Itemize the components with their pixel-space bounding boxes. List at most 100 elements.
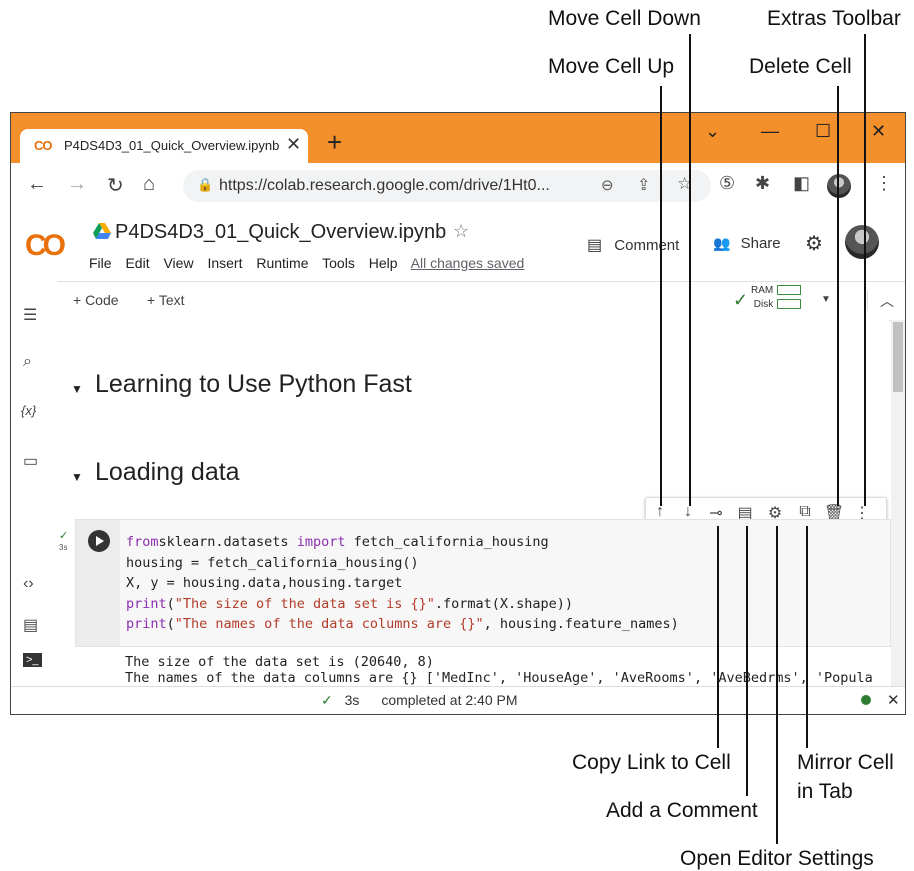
close-status-icon[interactable]: ✕ — [887, 691, 900, 709]
address-bar[interactable]: 🔒 https://colab.research.google.com/driv… — [183, 170, 711, 202]
code-editor[interactable]: fromsklearn.datasets import fetch_califo… — [126, 532, 679, 635]
status-text: completed at 2:40 PM — [381, 692, 518, 708]
leader-delete-cell — [837, 86, 839, 506]
save-status-link[interactable]: All changes saved — [411, 255, 525, 271]
code-text: .format(X.shape)) — [434, 595, 574, 612]
menu-edit[interactable]: Edit — [125, 255, 149, 271]
section-heading: Learning to Use Python Fast — [95, 370, 412, 398]
share-page-icon[interactable]: ⇪ — [637, 175, 650, 195]
callout-mirror-cell-line2: in Tab — [797, 780, 853, 804]
ram-bar — [777, 285, 802, 296]
minimize-button[interactable]: — — [761, 121, 779, 142]
output-line: The size of the data set is (20640, 8) — [125, 654, 434, 670]
colab-header: CO P4DS4D3_01_Quick_Overview.ipynb ☆ Fil… — [11, 209, 905, 281]
add-text-button[interactable]: + Text — [147, 292, 185, 308]
code-line: housing = fetch_california_housing() — [126, 553, 679, 574]
new-tab-button[interactable]: + — [327, 129, 342, 155]
browser-menu-icon[interactable]: ⋮ — [875, 173, 893, 194]
cell-gutter — [76, 520, 120, 646]
resource-monitor[interactable]: RAM Disk — [751, 284, 802, 312]
code-text: X, y = housing.data,housing.target — [126, 575, 403, 591]
leader-editor-settings — [776, 526, 778, 844]
code-keyword: from — [126, 534, 159, 550]
cell-output: The size of the data set is (20640, 8) Th… — [125, 654, 873, 686]
code-line: X, y = housing.data,housing.target — [126, 573, 679, 594]
run-cell-button[interactable] — [88, 530, 110, 552]
execution-status: ✓ 3s completed at 2:40 PM — [321, 692, 518, 709]
resource-dropdown-icon[interactable]: ▼ — [821, 294, 831, 305]
menu-file[interactable]: File — [89, 255, 112, 271]
zoom-icon[interactable]: ⊖ — [601, 176, 614, 194]
cell-exec-status: ✓ 3s — [59, 531, 68, 553]
code-text: , housing.feature_names) — [483, 616, 679, 632]
code-snippets-icon[interactable]: ‹› — [23, 575, 34, 593]
code-text: fetch_california_housing — [345, 534, 549, 550]
leader-add-comment — [746, 526, 748, 796]
table-of-contents-icon[interactable]: ☰ — [23, 305, 37, 325]
leader-move-cell-up — [660, 86, 662, 506]
menu-view[interactable]: View — [163, 255, 193, 271]
menu-bar: File Edit View Insert Runtime Tools Help… — [89, 255, 534, 271]
menu-runtime[interactable]: Runtime — [256, 255, 308, 271]
comment-button[interactable]: ▤ Comment — [587, 235, 679, 255]
colab-favicon-icon: CO — [34, 138, 52, 153]
search-icon[interactable]: ⌕ — [23, 353, 32, 371]
tab-bar: CO P4DS4D3_01_Quick_Overview.ipynb ✕ + ⌄… — [11, 113, 905, 163]
callout-mirror-cell-line1: Mirror Cell — [797, 751, 894, 774]
code-text: ( — [166, 595, 175, 612]
leader-mirror-cell — [806, 526, 808, 748]
url-text: https://colab.research.google.com/drive/… — [219, 177, 550, 194]
callout-move-cell-down: Move Cell Down — [548, 7, 701, 30]
status-time: 3s — [344, 692, 360, 708]
reload-icon[interactable]: ↻ — [107, 173, 124, 198]
vertical-scrollbar[interactable] — [891, 320, 905, 686]
code-line: fromsklearn.datasets import fetch_califo… — [126, 532, 679, 553]
callout-mirror-cell: Mirror Cell in Tab — [797, 750, 894, 804]
settings-gear-icon[interactable]: ⚙ — [805, 231, 823, 256]
home-icon[interactable]: ⌂ — [143, 173, 155, 196]
exec-time: 3s — [59, 543, 68, 552]
status-bar: ✓ 3s completed at 2:40 PM ✕ — [11, 686, 905, 714]
side-panel-icon[interactable]: ◧ — [793, 173, 810, 194]
extension-s-icon[interactable]: ⑤ — [719, 173, 735, 194]
collapse-section-icon[interactable]: ▼ — [71, 382, 83, 396]
extensions-puzzle-icon[interactable]: ✱ — [755, 173, 770, 194]
terminal-icon[interactable]: >_ — [23, 653, 42, 667]
files-folder-icon[interactable]: ▭ — [23, 451, 38, 471]
menu-tools[interactable]: Tools — [322, 255, 355, 271]
command-palette-icon[interactable]: ▤ — [23, 615, 38, 635]
notebook-title[interactable]: P4DS4D3_01_Quick_Overview.ipynb — [115, 221, 446, 244]
scrollbar-thumb[interactable] — [893, 322, 903, 392]
browser-tab[interactable]: CO P4DS4D3_01_Quick_Overview.ipynb ✕ — [20, 129, 308, 163]
code-keyword: import — [296, 534, 346, 550]
menu-help[interactable]: Help — [369, 255, 398, 271]
forward-icon[interactable]: → — [67, 173, 87, 196]
code-cell[interactable]: fromsklearn.datasets import fetch_califo… — [75, 519, 891, 647]
add-code-button[interactable]: + Code — [73, 292, 119, 308]
browser-window: CO P4DS4D3_01_Quick_Overview.ipynb ✕ + ⌄… — [10, 112, 906, 715]
colab-logo[interactable]: CO — [25, 229, 66, 263]
user-avatar[interactable] — [845, 225, 879, 259]
browser-profile-avatar[interactable] — [827, 174, 851, 198]
star-notebook-icon[interactable]: ☆ — [453, 221, 469, 242]
collapse-toolbar-icon[interactable]: ︿ — [867, 291, 894, 311]
leader-copy-link — [717, 526, 719, 748]
menu-insert[interactable]: Insert — [207, 255, 242, 271]
code-keyword: print — [126, 595, 167, 612]
close-window-button[interactable]: ✕ — [871, 121, 886, 142]
code-text: sklearn.datasets — [158, 534, 297, 550]
tab-close-icon[interactable]: ✕ — [286, 134, 301, 155]
share-label: Share — [740, 235, 781, 252]
variables-icon[interactable]: {x} — [21, 403, 36, 418]
maximize-button[interactable]: ☐ — [815, 121, 831, 142]
code-line: print("The size of the data set is {}".f… — [126, 594, 679, 615]
collapse-section-icon[interactable]: ▼ — [71, 470, 83, 484]
code-string: "The size of the data set is {}" — [174, 595, 435, 612]
tab-search-icon[interactable]: ⌄ — [705, 121, 720, 142]
status-check-icon: ✓ — [321, 692, 333, 708]
comment-label: Comment — [614, 237, 680, 254]
share-button[interactable]: 👥 Share — [713, 235, 781, 252]
callout-copy-link: Copy Link to Cell — [572, 751, 731, 774]
callout-extras-toolbar: Extras Toolbar — [767, 7, 901, 30]
back-icon[interactable]: ← — [27, 173, 47, 196]
